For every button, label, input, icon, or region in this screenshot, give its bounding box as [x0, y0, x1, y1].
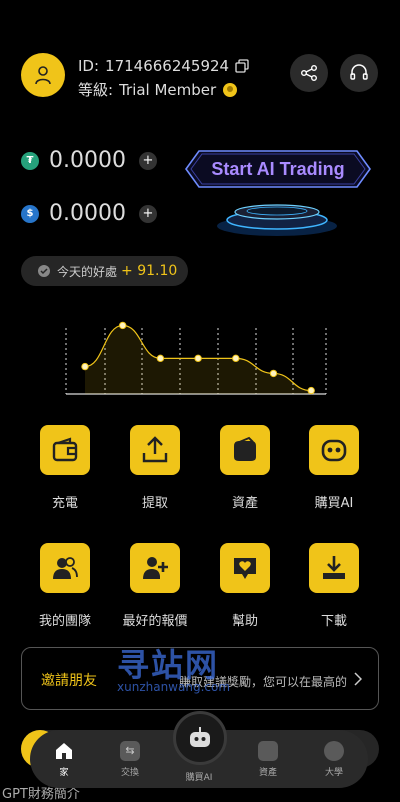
data-point — [232, 354, 240, 363]
earnings-chart — [65, 321, 327, 395]
add-user-icon — [143, 557, 168, 579]
share-icon — [301, 65, 317, 81]
data-point — [156, 354, 165, 363]
action-button[interactable] — [130, 543, 180, 593]
usdt-icon: ₮ — [21, 151, 39, 170]
invite-title: 邀請朋友 — [41, 673, 97, 689]
tab-university[interactable]: 大學 — [304, 730, 364, 788]
tab-assets[interactable]: 資產 — [238, 730, 298, 788]
balance-amount: 0.0000 — [49, 148, 126, 173]
action-label: 下載 — [320, 614, 347, 629]
support-button[interactable] — [340, 54, 378, 92]
medal-icon — [223, 82, 238, 97]
team-icon — [53, 557, 78, 579]
action-item-wallet-assets[interactable]: 資產 — [200, 425, 290, 511]
chevron-right-icon — [354, 672, 362, 686]
buy-ai-center-button[interactable] — [173, 711, 227, 765]
action-label: 最好的報價 — [122, 614, 188, 629]
tab-label: 家 — [59, 767, 69, 778]
tab-label: 交換 — [120, 767, 139, 778]
tab-label: 資產 — [258, 767, 277, 778]
action-button[interactable] — [40, 425, 90, 475]
level-label: 等級: — [78, 81, 114, 99]
action-grid: 充電 提取 資產 購買AI 我的團隊 最好的報價 幫助 下載 — [0, 425, 400, 635]
id-value: 1714666245924 — [105, 57, 230, 75]
balance-amount: 0.0000 — [49, 201, 126, 226]
action-label: 我的團隊 — [38, 614, 91, 629]
action-label: 購買AI — [314, 496, 354, 511]
tab-home[interactable]: 家 — [34, 730, 94, 788]
action-label: 提取 — [141, 496, 168, 511]
balance-row-usdt: ₮ 0.0000 + — [21, 148, 157, 173]
add-usdt-button[interactable]: + — [139, 151, 157, 170]
daily-bonus-pill: 今天的好處 + 91.10 — [21, 256, 188, 286]
copy-icon[interactable] — [235, 59, 249, 73]
start-ai-trading-button[interactable]: Start AI Trading — [185, 150, 371, 188]
user-icon — [35, 66, 51, 85]
upload-icon — [142, 436, 168, 463]
action-label: 充電 — [51, 496, 78, 511]
action-item-wallet[interactable]: 充電 — [20, 425, 110, 511]
data-point — [81, 362, 89, 371]
bonus-value: + 91.10 — [121, 263, 178, 279]
robot-icon — [190, 727, 210, 747]
wallet-icon — [52, 437, 78, 462]
platform-graphic — [217, 204, 337, 236]
watermark-url: xunzhanwang.com — [117, 680, 231, 694]
usdc-icon: $ — [21, 204, 39, 223]
balance-row-usdc: $ 0.0000 + — [21, 201, 157, 226]
help-heart-icon — [234, 558, 256, 579]
action-item-help-heart[interactable]: 幫助 — [200, 543, 290, 629]
tab-exchange[interactable]: ⇆ 交換 — [100, 730, 160, 788]
wallet-icon — [258, 740, 278, 761]
action-item-upload[interactable]: 提取 — [110, 425, 200, 511]
action-item-team[interactable]: 我的團隊 — [20, 543, 110, 629]
share-button[interactable] — [290, 54, 328, 92]
data-point — [119, 321, 127, 330]
data-point — [307, 386, 315, 395]
action-item-download[interactable]: 下載 — [289, 543, 379, 629]
action-label: 幫助 — [231, 614, 258, 629]
exchange-icon: ⇆ — [120, 740, 140, 761]
verified-badge-icon — [38, 265, 50, 277]
action-button[interactable] — [40, 543, 90, 593]
bonus-label: 今天的好處 — [57, 264, 118, 279]
add-usdc-button[interactable]: + — [139, 204, 157, 223]
wallet-assets-icon — [234, 436, 256, 461]
avatar[interactable] — [21, 53, 65, 97]
action-button[interactable] — [309, 543, 359, 593]
robot-icon — [321, 439, 347, 462]
user-id-line: ID: 1714666245924 — [78, 57, 249, 75]
download-icon — [323, 556, 345, 579]
tab-label: 購買AI — [185, 772, 213, 783]
action-item-robot[interactable]: 購買AI — [289, 425, 379, 511]
id-label: ID: — [78, 57, 100, 75]
tab-label: 大學 — [324, 767, 343, 778]
data-point — [269, 369, 278, 378]
ai-trading-label: Start AI Trading — [211, 158, 345, 179]
level-value: Trial Member — [119, 80, 217, 99]
action-item-add-user[interactable]: 最好的報價 — [110, 543, 200, 629]
action-button[interactable] — [220, 543, 270, 593]
action-label: 資產 — [231, 496, 258, 511]
headset-icon — [350, 64, 368, 80]
member-level-line: 等級: Trial Member — [78, 79, 238, 100]
data-point — [194, 354, 202, 363]
action-button[interactable] — [220, 425, 270, 475]
home-icon — [56, 742, 72, 759]
chat-icon — [324, 740, 344, 761]
action-button[interactable] — [309, 425, 359, 475]
action-button[interactable] — [130, 425, 180, 475]
